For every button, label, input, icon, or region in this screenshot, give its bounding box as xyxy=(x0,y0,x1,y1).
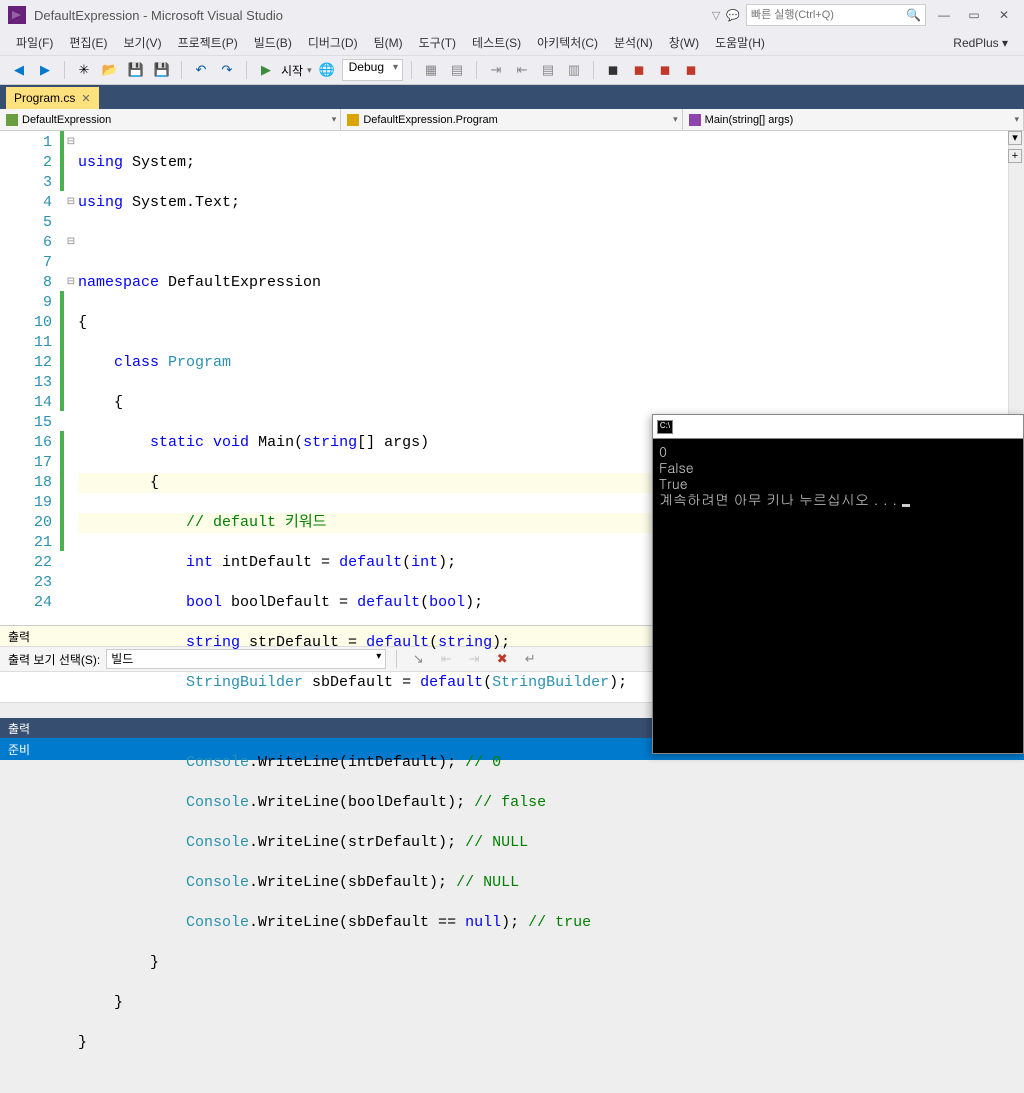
cursor-icon xyxy=(902,504,910,507)
feedback-icon[interactable]: 💬 xyxy=(726,9,740,22)
minimize-button[interactable]: — xyxy=(932,3,956,27)
tool-icon-2[interactable]: ▤ xyxy=(446,59,468,81)
menu-build[interactable]: 빌드(B) xyxy=(246,30,300,55)
indent-icon[interactable]: ⇥ xyxy=(485,59,507,81)
new-tool-icon[interactable]: + xyxy=(1008,149,1022,163)
nav-method[interactable]: Main(string[] args) xyxy=(683,109,1024,130)
menu-debug[interactable]: 디버그(D) xyxy=(300,30,366,55)
notifications-icon[interactable]: ▽ xyxy=(712,9,720,22)
menu-file[interactable]: 파일(F) xyxy=(8,30,61,55)
vs-logo-icon xyxy=(8,6,26,24)
console-output: 0FalseTrue계속하려면 아무 키나 누르십시오 . . . xyxy=(653,439,1023,511)
quick-launch[interactable]: 🔍 xyxy=(746,4,926,26)
status-text: 준비 xyxy=(8,741,30,758)
menu-arch[interactable]: 아키텍처(C) xyxy=(529,30,606,55)
tab-label: Program.cs xyxy=(14,91,75,105)
menu-help[interactable]: 도움말(H) xyxy=(707,30,773,55)
tab-close-icon[interactable]: ✕ xyxy=(81,92,90,105)
output-source-dropdown[interactable]: 빌드 xyxy=(106,649,386,669)
uncomment-icon[interactable]: ▥ xyxy=(563,59,585,81)
save-all-icon[interactable]: 💾 xyxy=(151,59,173,81)
toolbar: ◀ ▶ ✳ 📂 💾 💾 ↶ ↷ ▶ 시작 ▾ 🌐 Debug ▦ ▤ ⇥ ⇤ ▤… xyxy=(0,55,1024,85)
menu-team[interactable]: 팀(M) xyxy=(366,30,411,55)
line-numbers: 1234 5678 9101112 13141516 17181920 2122… xyxy=(0,131,60,625)
fold-column[interactable]: ⊟⊟⊟⊟ xyxy=(64,131,78,625)
comment-icon[interactable]: ▤ xyxy=(537,59,559,81)
method-icon xyxy=(689,114,701,126)
context-nav: DefaultExpression DefaultExpression.Prog… xyxy=(0,109,1024,131)
cs-file-icon xyxy=(6,114,18,126)
browser-icon[interactable]: 🌐 xyxy=(316,59,338,81)
menu-edit[interactable]: 편집(E) xyxy=(61,30,115,55)
redo-icon[interactable]: ↷ xyxy=(216,59,238,81)
bookmark-next-icon[interactable]: ◼ xyxy=(628,59,650,81)
console-titlebar[interactable]: C:\ xyxy=(653,415,1023,439)
console-window[interactable]: C:\ 0FalseTrue계속하려면 아무 키나 누르십시오 . . . xyxy=(652,414,1024,754)
menu-project[interactable]: 프로젝트(P) xyxy=(170,30,246,55)
menu-view[interactable]: 보기(V) xyxy=(115,30,169,55)
open-icon[interactable]: 📂 xyxy=(99,59,121,81)
undo-icon[interactable]: ↶ xyxy=(190,59,212,81)
save-icon[interactable]: 💾 xyxy=(125,59,147,81)
user-menu[interactable]: RedPlus ▾ xyxy=(945,32,1016,54)
title-bar: DefaultExpression - Microsoft Visual Stu… xyxy=(0,0,1024,30)
nav-class[interactable]: DefaultExpression.Program xyxy=(341,109,682,130)
window-title: DefaultExpression - Microsoft Visual Stu… xyxy=(34,8,712,23)
quick-launch-input[interactable] xyxy=(751,9,906,21)
bookmark-clear-icon[interactable]: ◼ xyxy=(680,59,702,81)
menu-test[interactable]: 테스트(S) xyxy=(464,30,529,55)
tool-icon-1[interactable]: ▦ xyxy=(420,59,442,81)
outdent-icon[interactable]: ⇤ xyxy=(511,59,533,81)
menu-analyze[interactable]: 분석(N) xyxy=(606,30,661,55)
config-dropdown[interactable]: Debug xyxy=(342,59,403,81)
bookmark-icon[interactable]: ◼ xyxy=(602,59,624,81)
start-label[interactable]: 시작 xyxy=(281,62,303,79)
new-project-icon[interactable]: ✳ xyxy=(73,59,95,81)
split-icon[interactable]: ▾ xyxy=(1008,131,1022,145)
forward-icon[interactable]: ▶ xyxy=(34,59,56,81)
tab-active[interactable]: Program.cs ✕ xyxy=(6,87,99,109)
class-icon xyxy=(347,114,359,126)
restore-button[interactable]: ▭ xyxy=(962,3,986,27)
back-icon[interactable]: ◀ xyxy=(8,59,30,81)
menu-window[interactable]: 창(W) xyxy=(661,30,707,55)
cmd-icon: C:\ xyxy=(657,420,673,434)
menu-tools[interactable]: 도구(T) xyxy=(411,30,464,55)
start-play-icon[interactable]: ▶ xyxy=(255,59,277,81)
menu-bar: 파일(F) 편집(E) 보기(V) 프로젝트(P) 빌드(B) 디버그(D) 팀… xyxy=(0,30,1024,55)
document-tabs: Program.cs ✕ xyxy=(0,85,1024,109)
nav-namespace[interactable]: DefaultExpression xyxy=(0,109,341,130)
search-icon[interactable]: 🔍 xyxy=(906,8,921,22)
close-button[interactable]: ✕ xyxy=(992,3,1016,27)
bookmark-prev-icon[interactable]: ◼ xyxy=(654,59,676,81)
